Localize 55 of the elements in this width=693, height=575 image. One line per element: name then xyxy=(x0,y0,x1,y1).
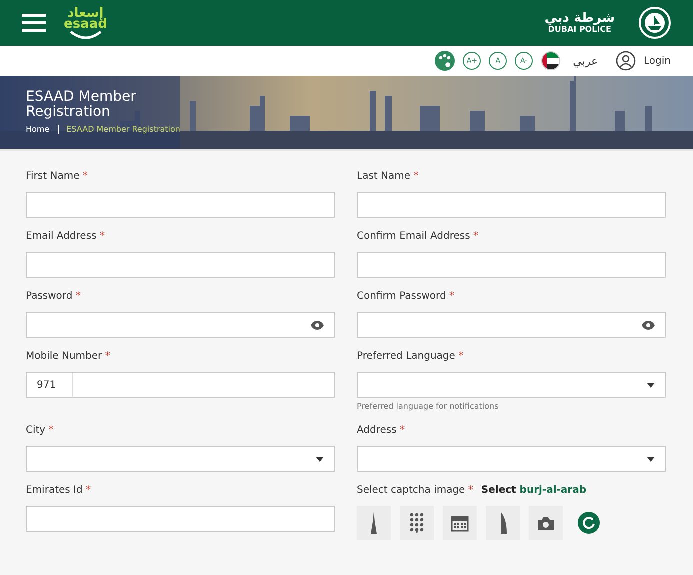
text-field[interactable] xyxy=(26,252,335,278)
password-field[interactable] xyxy=(26,312,335,338)
text-field[interactable] xyxy=(26,506,335,532)
field-label: Confirm Email Address * xyxy=(357,231,480,244)
captcha-option[interactable] xyxy=(486,506,520,540)
field-label: Password * xyxy=(26,291,82,304)
text-field[interactable] xyxy=(357,192,666,218)
field-label: First Name * xyxy=(26,171,89,184)
smile-icon xyxy=(68,31,103,39)
user-icon[interactable] xyxy=(616,51,636,71)
text-field[interactable] xyxy=(357,252,666,278)
field-label: Email Address * xyxy=(26,231,106,244)
logo-arabic-text: إسعاد xyxy=(68,7,104,20)
menu-icon[interactable] xyxy=(22,14,46,32)
palette-icon[interactable] xyxy=(435,51,456,71)
field-label: Address * xyxy=(357,425,406,438)
captcha-option[interactable] xyxy=(400,506,434,540)
field-hint: Preferred language for notifications xyxy=(357,402,500,411)
breadcrumb-link[interactable]: ESAAD Member Registration xyxy=(66,125,180,134)
tower-icon xyxy=(370,512,378,534)
dropdown-field[interactable] xyxy=(357,446,666,472)
dropdown-caret-icon xyxy=(316,456,324,462)
dropdown-field[interactable] xyxy=(26,446,335,472)
field-label: Emirates Id * xyxy=(26,485,92,498)
field-label: Last Name * xyxy=(357,171,420,184)
field-label: City * xyxy=(26,425,55,438)
field-label: Preferred Language * xyxy=(357,351,465,364)
camera-icon xyxy=(537,516,555,530)
emblem-icon xyxy=(639,7,671,39)
flag-icon xyxy=(541,51,562,71)
logo-text: esaad xyxy=(64,18,108,31)
calendar-icon xyxy=(451,514,469,532)
captcha-option[interactable] xyxy=(529,506,563,540)
field-label: Select captcha image * Select burj-al-arab xyxy=(357,485,588,498)
field-label: Mobile Number * xyxy=(26,351,112,364)
phone-field[interactable]: 971 xyxy=(26,372,335,398)
refresh-icon xyxy=(578,512,600,534)
keypad-icon xyxy=(410,513,424,533)
text-field[interactable] xyxy=(26,192,335,218)
page-title: ESAAD Member Registration xyxy=(26,90,138,120)
captcha-option[interactable] xyxy=(357,506,391,540)
eye-icon xyxy=(311,320,324,330)
dropdown-caret-icon xyxy=(647,382,655,388)
field-label: Confirm Password * xyxy=(357,291,456,304)
language-link[interactable]: عربي xyxy=(573,54,598,68)
police-text: DUBAI POLICE xyxy=(548,26,612,34)
captcha-option[interactable] xyxy=(443,506,477,540)
sail-tower-icon xyxy=(498,512,508,534)
dropdown-field[interactable] xyxy=(357,372,666,398)
breadcrumb-link[interactable]: Home xyxy=(26,125,50,134)
eye-icon xyxy=(642,320,655,330)
login-link[interactable]: Login xyxy=(644,56,671,66)
password-field[interactable] xyxy=(357,312,666,338)
police-arabic-text: شرطة دبي xyxy=(544,12,615,26)
dropdown-caret-icon xyxy=(647,456,655,462)
